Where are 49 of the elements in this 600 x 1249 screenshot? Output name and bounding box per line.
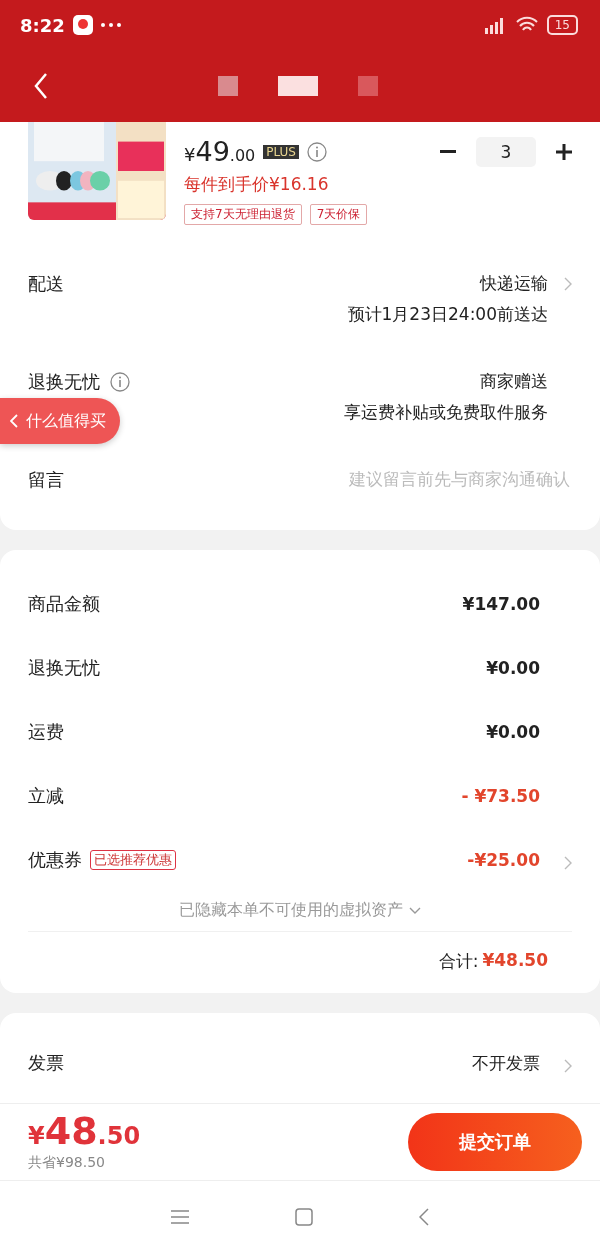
hidden-assets-toggle[interactable]: 已隐藏本单不可使用的虚拟资产 — [28, 892, 572, 932]
summary-value: -¥25.00 — [467, 850, 540, 870]
info-icon[interactable] — [110, 372, 130, 392]
service-tag: 支持7天无理由退货 — [184, 204, 302, 225]
invoice-value: 不开发票 — [472, 1051, 540, 1075]
minus-icon[interactable] — [440, 149, 456, 154]
invoice-label: 发票 — [28, 1051, 64, 1075]
quantity-field[interactable]: 3 — [476, 136, 536, 167]
row-label: 退换无忧 — [28, 370, 100, 394]
chevron-down-icon[interactable] — [409, 907, 421, 914]
row-value: 商家赠送 — [480, 370, 548, 393]
summary-label: 运费 — [28, 720, 64, 744]
service-tag: 7天价保 — [309, 204, 368, 225]
info-icon[interactable] — [307, 141, 327, 162]
row-value: 快递运输 — [480, 272, 548, 295]
app-icon — [72, 15, 93, 35]
chevron-icon[interactable] — [564, 1058, 572, 1073]
summary-value: ¥0.00 — [486, 722, 540, 742]
row-label: 配送 — [28, 272, 64, 296]
unit-price: 每件到手价¥16.16 — [184, 173, 330, 196]
summary-label: 退换无忧 — [28, 656, 100, 680]
row-value: 享运费补贴或免费取件服务 — [344, 401, 548, 424]
coupon-badge: 已选推荐优惠 — [90, 850, 176, 870]
row-value: 预计1月23日24:00前送达 — [347, 303, 548, 326]
menu-icon[interactable] — [171, 1210, 189, 1224]
battery-indicator: 15 — [546, 15, 578, 35]
total-value: ¥48.50 — [482, 950, 548, 972]
summary-label: 商品金额 — [28, 592, 100, 616]
product-price: ¥49.00 — [184, 136, 256, 167]
summary-value: - ¥73.50 — [461, 786, 540, 806]
savings-text: 共省¥98.50 — [28, 1154, 106, 1172]
member-badge: PLUS — [263, 144, 299, 159]
plus-icon[interactable] — [556, 143, 572, 160]
row-label: 留言 — [28, 468, 64, 492]
back-icon[interactable] — [419, 1208, 429, 1226]
submit-order-button[interactable]: 提交订单 — [408, 1113, 582, 1171]
summary-value: ¥0.00 — [486, 658, 540, 678]
chevron-icon[interactable] — [564, 277, 572, 291]
more-icon — [100, 23, 121, 27]
status-time: 8:22 — [20, 14, 65, 36]
summary-label: 优惠券 — [28, 848, 82, 872]
floating-link[interactable]: 什么值得买 — [0, 398, 120, 444]
chevron-icon[interactable] — [564, 855, 572, 870]
chevron-left-icon[interactable] — [10, 414, 18, 428]
summary-value: ¥147.00 — [462, 594, 540, 614]
total-label: 合计: — [438, 950, 479, 973]
home-icon[interactable] — [295, 1208, 313, 1226]
total-price: ¥48.50 — [28, 1112, 141, 1150]
summary-label: 立减 — [28, 784, 64, 808]
